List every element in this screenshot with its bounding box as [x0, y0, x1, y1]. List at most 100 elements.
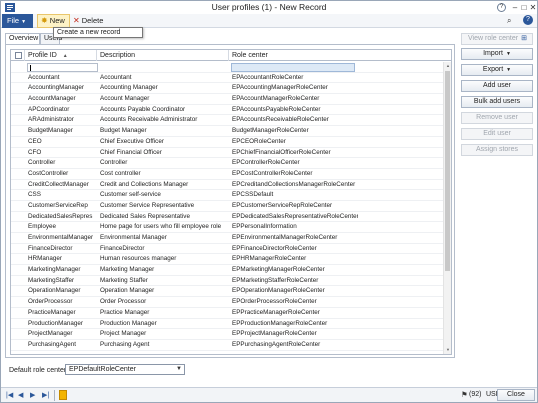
role-center-cell[interactable]: EPCEORoleCenter: [232, 137, 358, 147]
role-center-cell[interactable]: EPCreditandCollectionsManagerRoleCenter: [232, 180, 358, 190]
role-center-cell[interactable]: EPChiefFinancialOfficerRoleCenter: [232, 148, 358, 158]
description-cell[interactable]: Production Manager: [100, 319, 230, 329]
role-center-cell[interactable]: EPProjectManagerRoleCenter: [232, 329, 358, 339]
role-center-input[interactable]: [231, 63, 355, 72]
description-cell[interactable]: Dedicated Sales Representative: [100, 212, 230, 222]
profile-id-cell[interactable]: AccountingManager: [28, 83, 98, 93]
role-center-cell[interactable]: EPOrderProcessorRoleCenter: [232, 297, 358, 307]
tab-overview[interactable]: Overview: [5, 33, 40, 44]
profile-id-input[interactable]: [27, 63, 98, 72]
table-row[interactable]: ARAdministrator Accounts Receivable Admin…: [11, 115, 443, 127]
table-row[interactable]: EnvironmentalManager Environmental Manage…: [11, 233, 443, 244]
table-row[interactable]: Accountant Accountant EPAccountantRoleCent…: [11, 73, 443, 84]
new-record-row[interactable]: [11, 62, 443, 73]
description-cell[interactable]: Accounting Manager: [100, 83, 230, 93]
delete-button[interactable]: ✕ Delete: [73, 14, 103, 28]
profile-id-cell[interactable]: CEO: [28, 137, 98, 147]
table-row[interactable]: FinanceDirector FinanceDirector EPFinanceD…: [11, 244, 443, 255]
role-center-cell[interactable]: EPAccountManagerRoleCenter: [232, 94, 358, 104]
help-icon[interactable]: ?: [497, 3, 506, 12]
last-record-icon[interactable]: ▶|: [42, 391, 49, 399]
search-icon[interactable]: ⌕: [507, 16, 511, 26]
description-cell[interactable]: Budget Manager: [100, 126, 230, 136]
table-row[interactable]: CFO Chief Financial Officer EPChiefFinanci…: [11, 148, 443, 159]
table-row[interactable]: HRManager Human resources manager EPHRMana…: [11, 254, 443, 266]
profile-id-cell[interactable]: Controller: [28, 158, 98, 168]
table-row[interactable]: AccountingManager Accounting Manager EPAcc…: [11, 83, 443, 95]
description-cell[interactable]: Controller: [100, 158, 230, 168]
remove-user-button[interactable]: Remove user: [461, 112, 533, 124]
table-row[interactable]: PracticeManager Practice Manager EPPractic…: [11, 308, 443, 319]
profile-id-cell[interactable]: PurchasingAgent: [28, 340, 98, 350]
description-cell[interactable]: Operation Manager: [100, 286, 230, 296]
close-button[interactable]: Close: [497, 389, 535, 401]
profile-id-cell[interactable]: CFO: [28, 148, 98, 158]
notification-count[interactable]: (92): [469, 391, 481, 398]
new-button[interactable]: ✸ New: [37, 14, 70, 28]
profile-id-cell[interactable]: EnvironmentalManager: [28, 233, 98, 243]
table-row[interactable]: ProductionManager Production Manager EPPro…: [11, 319, 443, 330]
role-center-cell[interactable]: EPAccountsPayableRoleCenter: [232, 105, 358, 115]
role-center-cell[interactable]: EPCostControllerRoleCenter: [232, 169, 358, 179]
assign-stores-button[interactable]: Assign stores: [461, 144, 533, 156]
role-center-cell[interactable]: EPAccountantRoleCenter: [232, 73, 358, 83]
previous-record-icon[interactable]: ◀: [18, 391, 23, 399]
profile-id-cell[interactable]: PracticeManager: [28, 308, 98, 318]
description-cell[interactable]: Account Manager: [100, 94, 230, 104]
profile-id-cell[interactable]: ProductionManager: [28, 319, 98, 329]
role-center-cell[interactable]: EPControllerRoleCenter: [232, 158, 358, 168]
description-cell[interactable]: Customer self-service: [100, 190, 230, 200]
table-row[interactable]: ProjectManager Project Manager EPProjectMa…: [11, 329, 443, 340]
description-cell[interactable]: FinanceDirector: [100, 244, 230, 254]
select-all-checkbox[interactable]: [11, 50, 25, 61]
column-header-description[interactable]: Description: [97, 50, 229, 61]
profile-id-cell[interactable]: MarketingManager: [28, 265, 98, 275]
role-center-cell[interactable]: EPPurchasingAgentRoleCenter: [232, 340, 358, 350]
role-center-cell[interactable]: EPEnvironmentalManagerRoleCenter: [232, 233, 358, 243]
first-record-icon[interactable]: |◀: [6, 391, 13, 399]
profile-id-cell[interactable]: CostController: [28, 169, 98, 179]
profile-id-cell[interactable]: CSS: [28, 190, 98, 200]
table-row[interactable]: CEO Chief Executive Officer EPCEORoleCente…: [11, 137, 443, 148]
description-cell[interactable]: Order Processor: [100, 297, 230, 307]
table-row[interactable]: BudgetManager Budget Manager BudgetManager…: [11, 126, 443, 137]
import-button[interactable]: Import ▼: [461, 48, 533, 60]
table-row[interactable]: PurchasingAgent Purchasing Agent EPPurchas…: [11, 340, 443, 351]
profile-id-cell[interactable]: ProjectManager: [28, 329, 98, 339]
notification-icon[interactable]: ⚑: [461, 390, 468, 399]
table-row[interactable]: APCoordinator Accounts Payable Coordinato…: [11, 105, 443, 116]
file-menu-button[interactable]: File ▼: [2, 14, 33, 28]
description-cell[interactable]: Accountant: [100, 73, 230, 83]
bulk-add-users-button[interactable]: Bulk add users: [461, 96, 533, 108]
table-row[interactable]: MarketingManager Marketing Manager EPMarke…: [11, 265, 443, 276]
column-header-role-center[interactable]: Role center: [229, 50, 353, 61]
profile-id-cell[interactable]: AccountManager: [28, 94, 98, 104]
table-row[interactable]: OperationManager Operation Manager EPOpera…: [11, 286, 443, 298]
description-cell[interactable]: Accounts Payable Coordinator: [100, 105, 230, 115]
table-row[interactable]: OrderProcessor Order Processor EPOrderProc…: [11, 297, 443, 308]
default-role-center-select[interactable]: EPDefaultRoleCenter ▼: [65, 364, 185, 375]
scroll-down-icon[interactable]: ▼: [444, 346, 451, 354]
table-row[interactable]: CostController Cost controller EPCostContr…: [11, 169, 443, 180]
view-role-center-button[interactable]: View role center ⊞: [461, 33, 533, 45]
role-center-cell[interactable]: EPMarketingStafferRoleCenter: [232, 276, 358, 286]
profile-id-cell[interactable]: BudgetManager: [28, 126, 98, 136]
role-center-cell[interactable]: EPDedicatedSalesRepresentativeRoleCenter: [232, 212, 358, 222]
role-center-cell[interactable]: EPMarketingManagerRoleCenter: [232, 265, 358, 275]
table-row[interactable]: CustomerServiceRep Customer Service Repre…: [11, 201, 443, 212]
profile-id-cell[interactable]: ARAdministrator: [28, 115, 98, 125]
description-cell[interactable]: Marketing Manager: [100, 265, 230, 275]
profile-id-cell[interactable]: CustomerServiceRep: [28, 201, 98, 211]
role-center-cell[interactable]: EPCSSDefault: [232, 190, 358, 200]
role-center-cell[interactable]: EPAccountingManagerRoleCenter: [232, 83, 358, 93]
edit-user-button[interactable]: Edit user: [461, 128, 533, 140]
role-center-cell[interactable]: EPProductionManagerRoleCenter: [232, 319, 358, 329]
description-cell[interactable]: Home page for users who fill employee ro…: [100, 222, 230, 232]
help-icon[interactable]: ?: [523, 15, 533, 25]
description-cell[interactable]: Project Manager: [100, 329, 230, 339]
description-cell[interactable]: Human resources manager: [100, 254, 230, 264]
profile-id-cell[interactable]: FinanceDirector: [28, 244, 98, 254]
role-center-cell[interactable]: EPCustomerServiceRepRoleCenter: [232, 201, 358, 211]
role-center-cell[interactable]: EPPracticeManagerRoleCenter: [232, 308, 358, 318]
table-row[interactable]: DedicatedSalesRepres Dedicated Sales Repr…: [11, 212, 443, 223]
